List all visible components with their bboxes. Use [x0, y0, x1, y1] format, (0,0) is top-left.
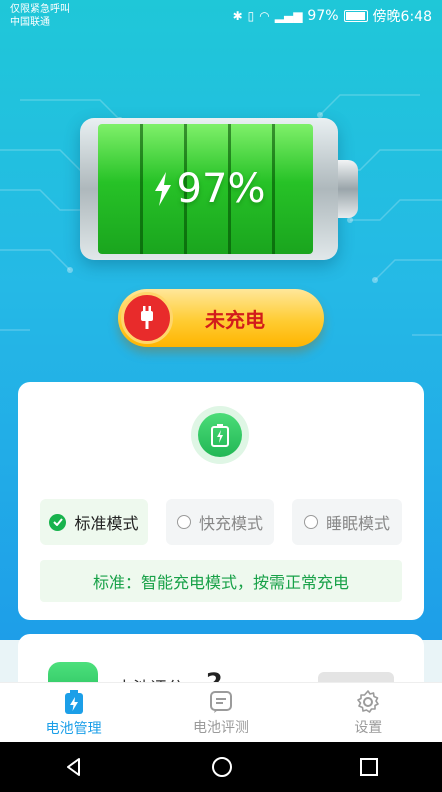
mode-standard-option[interactable]: 标准模式 — [40, 499, 148, 545]
battery-level-label: 97% — [80, 118, 338, 260]
radio-icon — [303, 515, 318, 529]
charge-status-label: 未充电 — [205, 307, 265, 332]
mode-sleep-label: 睡眠模式 — [325, 514, 390, 533]
battery-status-icon — [343, 10, 368, 22]
check-circle-icon — [49, 513, 67, 531]
carrier-info: 仅限紧急呼叫 中国联通 — [10, 3, 70, 29]
home-icon[interactable] — [211, 756, 233, 778]
plug-icon — [121, 292, 173, 344]
wifi-icon: ◠ — [259, 9, 270, 23]
battery-graphic: 97% — [80, 118, 358, 260]
mode-standard-label: 标准模式 — [74, 514, 139, 533]
nav-settings[interactable]: 设置 — [295, 683, 442, 743]
nav-battery-manage-label: 电池管理 — [45, 720, 102, 737]
back-icon[interactable] — [63, 756, 85, 778]
mode-fast-option[interactable]: 快充模式 — [166, 499, 274, 545]
mode-sleep-option[interactable]: 睡眠模式 — [292, 499, 402, 545]
vibrate-icon: ▯ — [247, 9, 255, 23]
battery-test-icon — [209, 690, 232, 713]
mode-card: 标准模式 快充模式 睡眠模式 标准：智能充电模式，按需正常充电 — [18, 382, 424, 620]
status-icons: ✱ ▯ ◠ ▂▄▆ 97% 傍晚6:48 — [233, 6, 432, 26]
mode-fast-label: 快充模式 — [198, 514, 263, 533]
battery-percent-text: 97% — [307, 8, 339, 24]
bottom-nav: 电池管理 电池评测 设置 — [0, 682, 442, 743]
signal-icon: ▂▄▆ — [274, 9, 303, 23]
radio-icon — [176, 515, 191, 529]
nav-battery-manage[interactable]: 电池管理 — [0, 683, 147, 743]
clock: 傍晚6:48 — [372, 9, 432, 25]
carrier-line-2: 中国联通 — [10, 17, 50, 28]
battery-cap — [338, 160, 358, 218]
nav-battery-test-label: 电池评测 — [192, 719, 249, 736]
bluetooth-icon: ✱ — [232, 9, 243, 23]
screen: 仅限紧急呼叫 中国联通 ✱ ▯ ◠ ▂▄▆ 97% 傍晚6:48 97% 未充电… — [0, 0, 442, 792]
nav-battery-test[interactable]: 电池评测 — [147, 683, 294, 743]
carrier-line-1: 仅限紧急呼叫 — [10, 4, 70, 15]
lightning-icon — [154, 172, 171, 206]
mode-description: 标准：智能充电模式，按需正常充电 — [40, 560, 402, 602]
battery-manage-icon — [64, 689, 83, 714]
charge-status-button[interactable]: 未充电 — [118, 289, 324, 347]
status-bar: 仅限紧急呼叫 中国联通 ✱ ▯ ◠ ▂▄▆ 97% 傍晚6:48 — [0, 0, 442, 34]
battery-level-text: 97% — [176, 166, 266, 212]
mode-battery-icon — [191, 406, 249, 464]
nav-settings-label: 设置 — [354, 719, 383, 736]
gear-icon — [357, 689, 380, 713]
recents-icon[interactable] — [359, 757, 379, 777]
system-navigation-bar — [0, 742, 442, 792]
